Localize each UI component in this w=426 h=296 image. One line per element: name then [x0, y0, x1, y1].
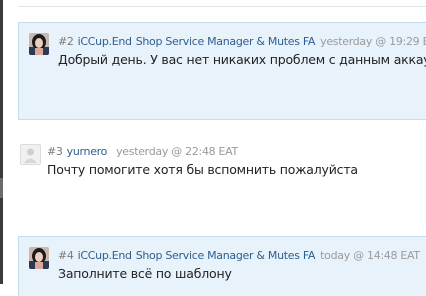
scroll-handle[interactable]	[0, 178, 3, 198]
avatar[interactable]	[29, 33, 49, 55]
post-number[interactable]: #4	[58, 249, 74, 262]
post-body: Добрый день. У вас нет никаких проблем с…	[58, 52, 426, 67]
post-author[interactable]: iCCup.End	[78, 249, 132, 262]
window-left-edge	[0, 0, 3, 284]
divider	[18, 6, 426, 7]
forum-post: #2 iCCup.End Shop Service Manager & Mutes …	[18, 22, 426, 120]
forum-post: #3 yurnero yesterday @ 22:48 EAT Почту пом…	[18, 136, 426, 226]
post-author[interactable]: iCCup.End	[78, 35, 132, 48]
post-timestamp[interactable]: yesterday @ 22:48 EAT	[116, 145, 238, 158]
user-title: Shop Service Manager & Mutes FA	[135, 249, 316, 262]
post-meta: #3 yurnero yesterday @ 22:48 EAT	[47, 145, 238, 158]
avatar[interactable]	[20, 144, 41, 165]
post-timestamp[interactable]: yesterday @ 19:29 EAT	[320, 35, 426, 48]
forum-post: #4 iCCup.End Shop Service Manager & Mutes …	[18, 236, 426, 296]
post-meta: #4 iCCup.End Shop Service Manager & Mutes …	[58, 249, 420, 262]
avatar[interactable]	[29, 247, 49, 269]
user-title: Shop Service Manager & Mutes FA	[135, 35, 316, 48]
post-timestamp[interactable]: today @ 14:48 EAT	[320, 249, 420, 262]
post-meta: #2 iCCup.End Shop Service Manager & Mutes …	[58, 35, 426, 48]
post-number[interactable]: #2	[58, 35, 74, 48]
post-body: Заполните всё по шаблону	[58, 266, 232, 281]
post-author[interactable]: yurnero	[67, 145, 108, 158]
post-body: Почту помогите хотя бы вспомнить пожалуй…	[47, 162, 358, 177]
post-number[interactable]: #3	[47, 145, 63, 158]
